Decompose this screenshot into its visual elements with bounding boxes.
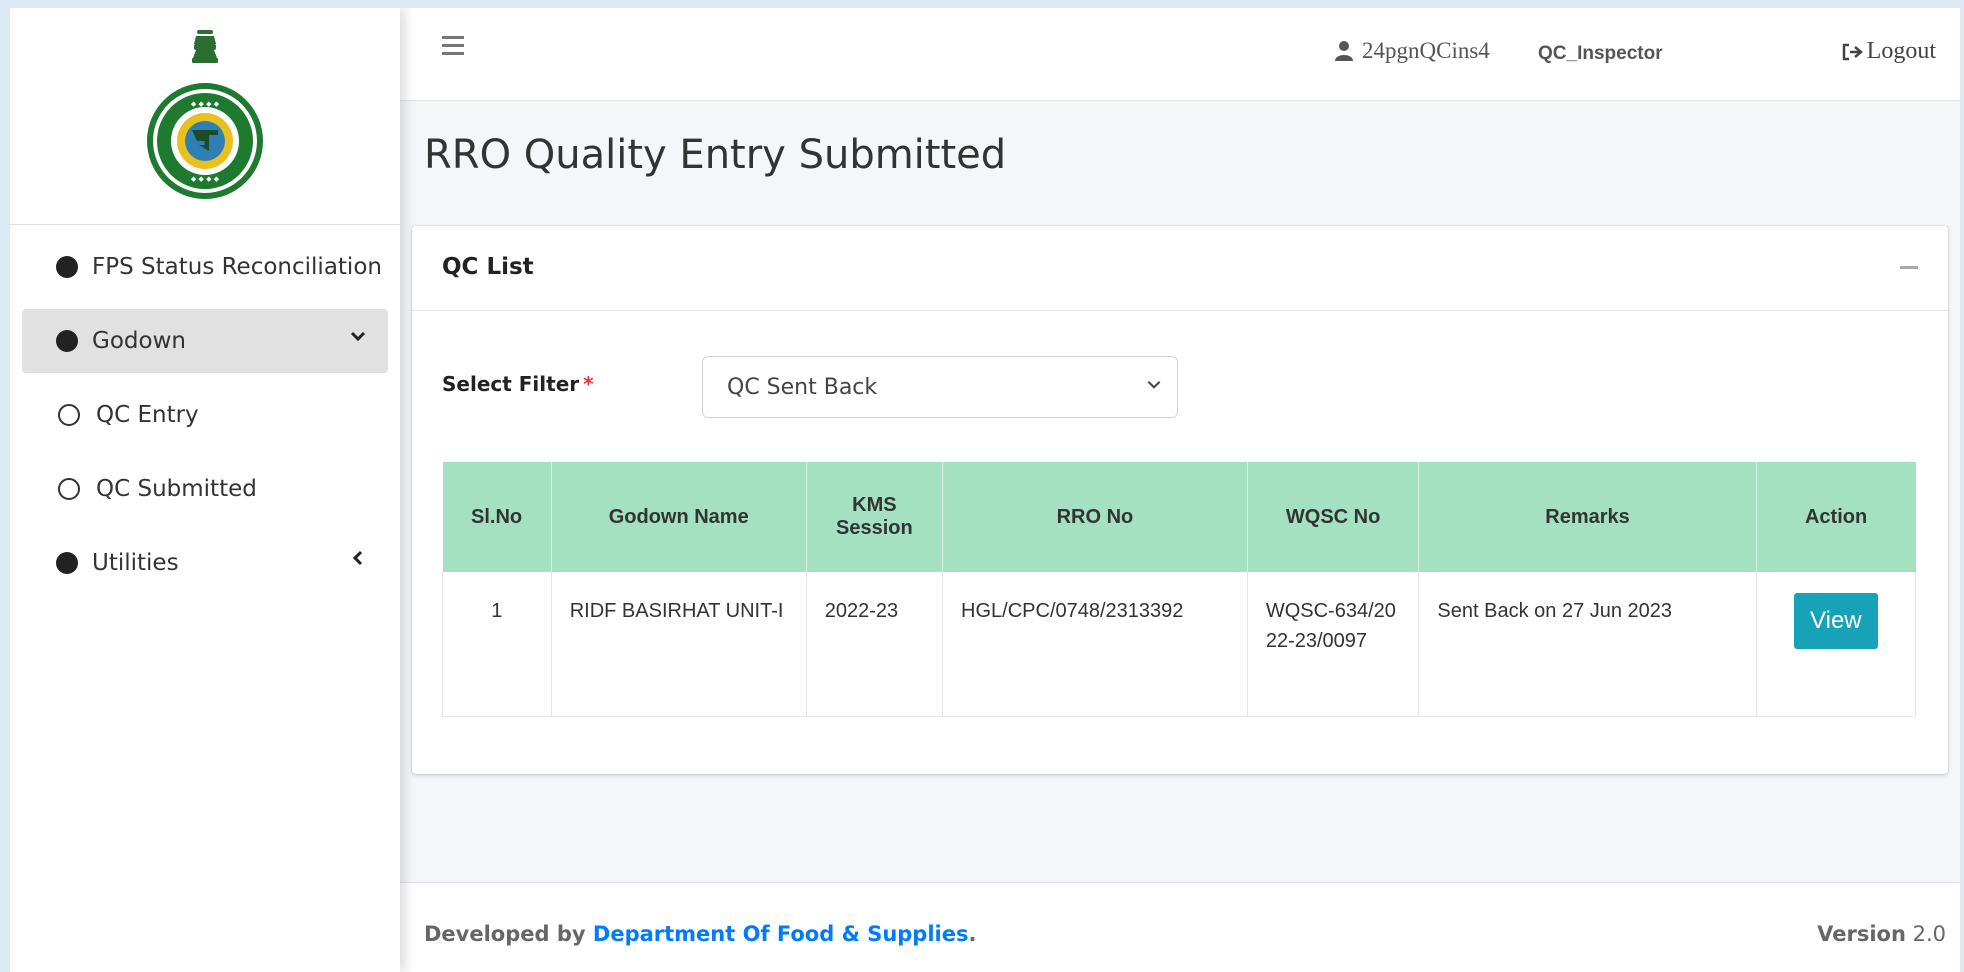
qc-list-card: QC List Select Filter * QC Sent Back Sl.N… <box>412 226 1948 774</box>
version-label: Version <box>1817 922 1906 946</box>
top-navbar: 24pgnQCins4 QC_Inspector Logout <box>400 8 1960 101</box>
footer: Developed by Department Of Food & Suppli… <box>400 882 1960 972</box>
page-title: RRO Quality Entry Submitted <box>424 132 1007 178</box>
sidebar-item-label: Godown <box>92 328 186 354</box>
sidebar-item-qc-entry[interactable]: QC Entry <box>22 383 388 447</box>
cell-slno: 1 <box>442 572 552 717</box>
cell-remarks: Sent Back on 27 Jun 2023 <box>1418 572 1757 717</box>
cell-rro: HGL/CPC/0748/2313392 <box>942 572 1248 717</box>
column-header-godown: Godown Name <box>551 462 807 572</box>
sidebar: ◆ ◆ ◆ ◆ ◆ ◆ ◆ ◆ FPS Status Reconciliatio… <box>10 8 400 972</box>
card-title: QC List <box>442 254 534 280</box>
ashoka-emblem-icon <box>192 30 218 63</box>
qc-list-table: Sl.No Godown Name KMS Session RRO No WQS… <box>442 462 1917 717</box>
table-row: 1 RIDF BASIRHAT UNIT-I 2022-23 HGL/CPC/0… <box>442 572 1917 717</box>
column-header-rro: RRO No <box>942 462 1248 572</box>
chevron-left-icon <box>352 550 363 566</box>
sign-out-icon <box>1842 43 1863 60</box>
logout-link[interactable]: Logout <box>1841 38 1936 65</box>
svg-text:◆ ◆ ◆ ◆: ◆ ◆ ◆ ◆ <box>191 100 220 108</box>
column-header-wqsc: WQSC No <box>1247 462 1420 572</box>
chevron-down-icon <box>350 331 366 342</box>
column-header-action: Action <box>1756 462 1916 572</box>
footer-period: . <box>968 922 977 946</box>
sidebar-item-qc-submitted[interactable]: QC Submitted <box>22 457 388 521</box>
chevron-down-icon <box>1147 381 1161 389</box>
circle-outline-icon <box>58 478 80 500</box>
username: 24pgnQCins4 <box>1362 38 1490 63</box>
cell-wqsc: WQSC-634/2022-23/0097 <box>1247 572 1420 717</box>
collapse-minus-icon[interactable] <box>1900 266 1918 269</box>
sidebar-item-label: QC Submitted <box>96 476 257 502</box>
sidebar-item-label: Utilities <box>92 550 179 576</box>
cell-action: View <box>1756 572 1917 717</box>
column-header-kms: KMS Session <box>806 462 944 572</box>
user-menu: 24pgnQCins4 <box>1334 38 1490 64</box>
card-header: QC List <box>412 226 1948 311</box>
column-header-remarks: Remarks <box>1418 462 1757 572</box>
brand-area: ◆ ◆ ◆ ◆ ◆ ◆ ◆ ◆ <box>10 8 400 225</box>
logout-label: Logout <box>1866 38 1936 64</box>
filter-select[interactable]: QC Sent Back <box>702 356 1178 418</box>
view-button[interactable]: View <box>1794 593 1878 649</box>
user-icon <box>1335 41 1353 61</box>
sidebar-item-utilities[interactable]: Utilities <box>22 531 388 595</box>
sidebar-nav: FPS Status Reconciliation Godown QC Entr… <box>10 225 400 595</box>
west-bengal-emblem-logo[interactable]: ◆ ◆ ◆ ◆ ◆ ◆ ◆ ◆ <box>140 26 270 206</box>
required-asterisk: * <box>583 372 594 396</box>
column-header-slno: Sl.No <box>442 462 552 572</box>
app-frame: ◆ ◆ ◆ ◆ ◆ ◆ ◆ ◆ FPS Status Reconciliatio… <box>10 8 1960 972</box>
sidebar-item-label: FPS Status Reconciliation <box>92 254 382 280</box>
circle-outline-icon <box>58 404 80 426</box>
version-info: Version 2.0 <box>1817 922 1946 946</box>
sidebar-item-fps-status-reconciliation[interactable]: FPS Status Reconciliation <box>22 235 388 299</box>
filter-select-value: QC Sent Back <box>727 375 878 400</box>
cell-kms: 2022-23 <box>806 572 944 717</box>
developed-by: Developed by Department Of Food & Suppli… <box>424 922 976 946</box>
department-link[interactable]: Department Of Food & Supplies <box>593 922 969 946</box>
circle-filled-icon <box>56 256 78 278</box>
cell-godown: RIDF BASIRHAT UNIT-I <box>551 572 807 717</box>
svg-text:◆ ◆ ◆ ◆: ◆ ◆ ◆ ◆ <box>191 175 220 183</box>
filter-label: Select Filter * <box>442 372 594 396</box>
circle-filled-icon <box>56 552 78 574</box>
hamburger-menu-icon[interactable] <box>442 36 464 56</box>
developed-by-text: Developed by <box>424 922 586 946</box>
version-value: 2.0 <box>1912 922 1946 946</box>
sidebar-item-godown[interactable]: Godown <box>22 309 388 373</box>
table-header-row: Sl.No Godown Name KMS Session RRO No WQS… <box>442 462 1916 572</box>
user-role: QC_Inspector <box>1538 43 1663 64</box>
circle-filled-icon <box>56 330 78 352</box>
filter-label-text: Select Filter <box>442 372 580 396</box>
sidebar-item-label: QC Entry <box>96 402 199 428</box>
